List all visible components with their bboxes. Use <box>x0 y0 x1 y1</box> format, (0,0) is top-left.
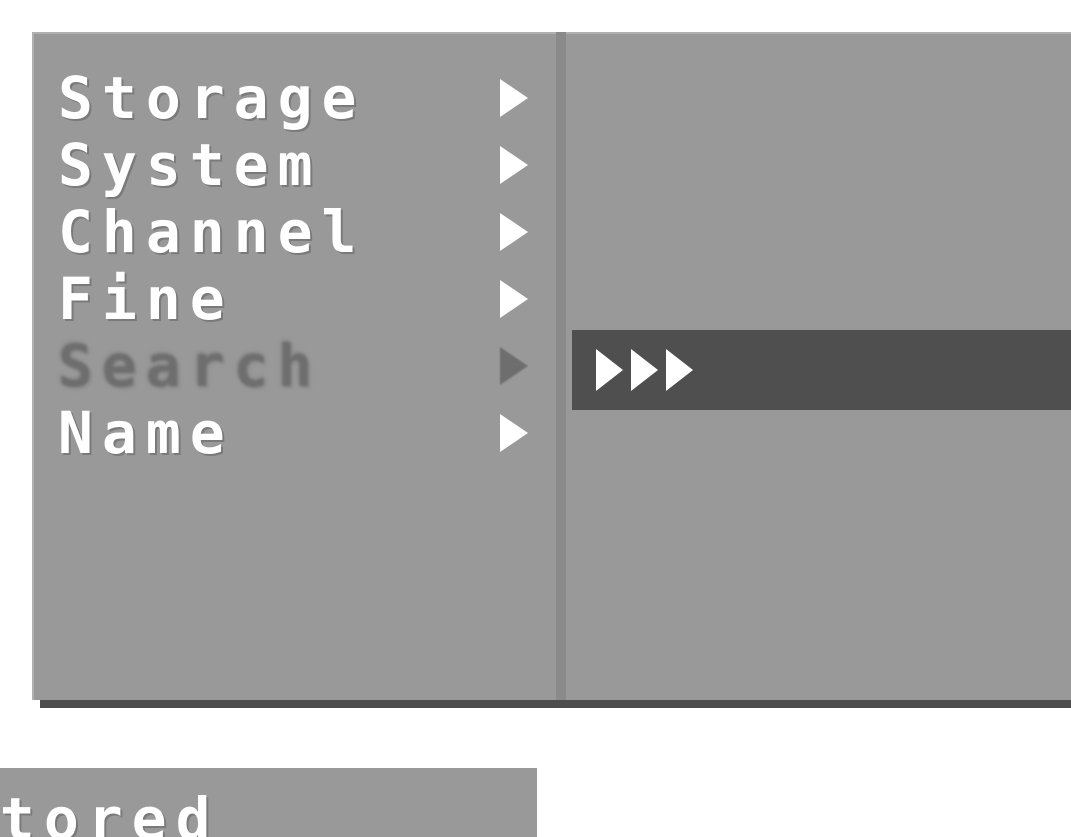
menu-item-label: System <box>58 130 322 199</box>
play-arrow-icon <box>631 349 658 391</box>
menu-divider <box>556 32 566 700</box>
menu-item-name[interactable]: Name <box>32 399 557 466</box>
menu-item-system[interactable]: System <box>32 131 557 198</box>
status-text: Stored <box>0 785 220 837</box>
submenu-arrow-icon <box>500 413 528 452</box>
menu-item-label: Storage <box>58 63 366 132</box>
menu-item-label: Channel <box>58 197 366 266</box>
submenu-arrow-icon <box>500 145 528 184</box>
play-arrow-icon <box>666 349 693 391</box>
play-arrow-icon <box>596 349 623 391</box>
menu-item-fine[interactable]: Fine <box>32 265 557 332</box>
status-bar: Stored <box>0 768 537 837</box>
submenu-arrow-icon <box>500 78 528 117</box>
submenu-arrow-icon <box>500 212 528 251</box>
submenu-highlighted-row[interactable] <box>572 330 1071 410</box>
main-menu-list: Storage System Channel Fine Search Name <box>32 32 557 700</box>
menu-item-channel[interactable]: Channel <box>32 198 557 265</box>
menu-item-label: Name <box>58 398 234 467</box>
submenu-area <box>566 32 1071 700</box>
menu-item-storage[interactable]: Storage <box>32 64 557 131</box>
submenu-arrow-icon <box>500 279 528 318</box>
menu-item-label: Search <box>58 331 322 400</box>
menu-item-label: Fine <box>58 264 234 333</box>
osd-menu-panel: Storage System Channel Fine Search Name <box>32 32 1071 700</box>
submenu-arrow-icon <box>500 346 528 385</box>
menu-item-search[interactable]: Search <box>32 332 557 399</box>
